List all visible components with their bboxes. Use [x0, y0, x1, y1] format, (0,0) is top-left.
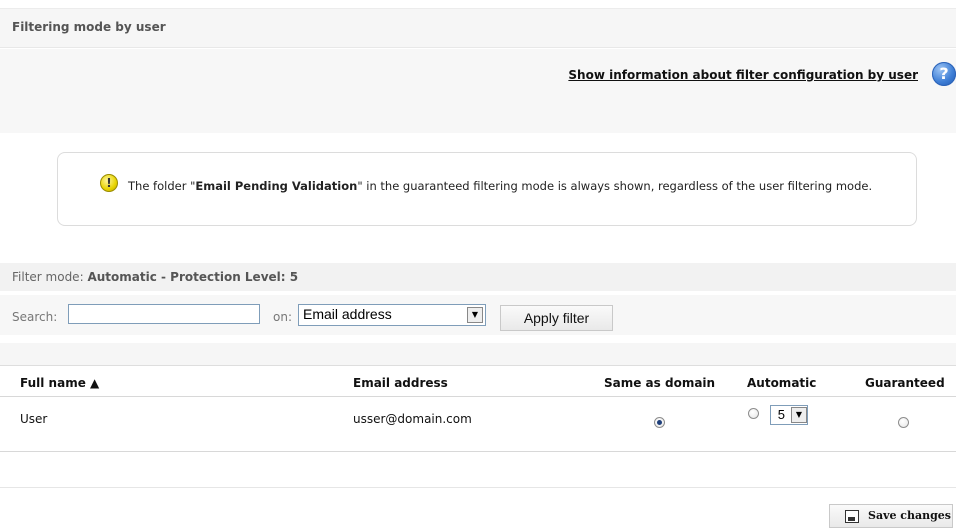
row-email: usser@domain.com [353, 412, 472, 426]
col-header-same-as-domain: Same as domain [604, 376, 716, 390]
search-input[interactable] [68, 304, 260, 324]
search-label: Search: [12, 310, 58, 324]
save-changes-label: Save changes [868, 509, 951, 522]
col-header-automatic: Automatic [747, 376, 817, 390]
notice-text: The folder "Email Pending Validation" in… [128, 179, 872, 193]
on-label: on: [273, 310, 292, 324]
warning-icon: ! [100, 174, 118, 192]
table-top-band [0, 343, 956, 366]
sort-ascending-icon: ▲ [90, 376, 100, 390]
col-header-full-name[interactable]: Full name ▲ [20, 376, 99, 390]
section-title: Filtering mode by user [12, 20, 166, 34]
table-bottom-divider [0, 487, 956, 488]
search-field-selected: Email address [303, 306, 392, 322]
guaranteed-radio[interactable] [898, 417, 909, 428]
automatic-radio[interactable] [748, 408, 759, 419]
help-icon[interactable]: ? [932, 62, 956, 86]
row-full-name: User [20, 412, 48, 426]
search-field-select[interactable]: Email address [298, 304, 486, 326]
protection-level-value: 5 [777, 407, 785, 422]
row-divider [0, 451, 956, 452]
filter-mode-value: Automatic - Protection Level: 5 [87, 270, 299, 284]
filter-info-link[interactable]: Show information about filter configurat… [568, 68, 918, 82]
header-divider [0, 396, 956, 397]
floppy-disk-icon [845, 510, 859, 523]
level-chevron-down-icon[interactable]: ▼ [791, 407, 807, 423]
info-band [0, 49, 956, 133]
notice-text-after: " in the guaranteed filtering mode is al… [357, 179, 873, 193]
filter-mode: Filter mode: Automatic - Protection Leve… [12, 270, 298, 284]
chevron-down-icon[interactable]: ▼ [467, 307, 483, 323]
notice-text-before: The folder " [128, 179, 196, 193]
full-name-header-label: Full name [20, 376, 86, 390]
same-as-domain-radio[interactable] [654, 417, 665, 428]
col-header-email[interactable]: Email address [353, 376, 448, 390]
col-header-guaranteed: Guaranteed [865, 376, 945, 390]
filter-mode-label: Filter mode: [12, 270, 84, 284]
apply-filter-button[interactable]: Apply filter [500, 305, 613, 331]
notice-folder-name: Email Pending Validation [195, 179, 358, 193]
